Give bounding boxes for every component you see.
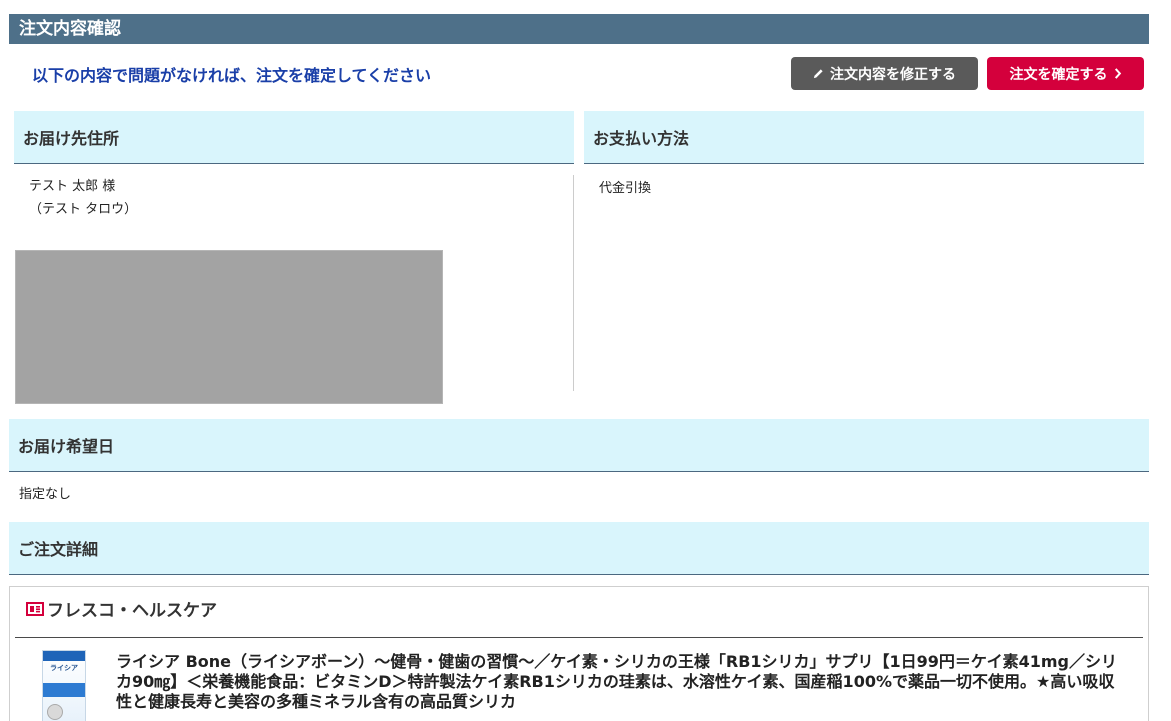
edit-order-label: 注文内容を修正する: [830, 66, 956, 83]
order-confirmation-page: 注文内容確認 以下の内容で問題がなければ、注文を確定してください 注文内容を修正…: [0, 0, 1171, 721]
shop-name: フレスコ・ヘルスケア: [26, 600, 217, 622]
payment-method-value: 代金引換: [599, 181, 652, 196]
product-image[interactable]: ライシア: [42, 650, 86, 721]
payment-method-heading: お支払い方法: [584, 111, 1144, 164]
order-detail-heading: ご注文詳細: [9, 522, 1149, 575]
chevron-right-icon: [1114, 68, 1122, 79]
shop-name-label: フレスコ・ヘルスケア: [47, 601, 217, 621]
pencil-icon: [813, 68, 824, 79]
column-divider: [573, 175, 574, 391]
confirm-order-button[interactable]: 注文を確定する: [987, 57, 1144, 90]
shipping-address-heading: お届け先住所: [14, 111, 574, 164]
redacted-address-block: [15, 250, 443, 404]
shop-divider: [15, 637, 1143, 638]
page-title: 注文内容確認: [9, 14, 1149, 44]
delivery-date-heading: お届け希望日: [9, 419, 1149, 472]
edit-order-button[interactable]: 注文内容を修正する: [791, 57, 978, 90]
recipient-name: テスト 太郎 様: [29, 179, 116, 194]
instruction-text: 以下の内容で問題がなければ、注文を確定してください: [32, 66, 432, 85]
product-title[interactable]: ライシア Bone（ライシアボーン）〜健骨・健歯の習慣〜／ケイ素・シリカの王様「…: [116, 652, 1128, 712]
confirm-order-label: 注文を確定する: [1009, 66, 1108, 83]
delivery-date-value: 指定なし: [19, 487, 72, 502]
product-image-text: ライシア: [50, 664, 78, 672]
recipient-kana: （テスト タロウ）: [29, 202, 138, 217]
shop-icon: [26, 600, 44, 622]
